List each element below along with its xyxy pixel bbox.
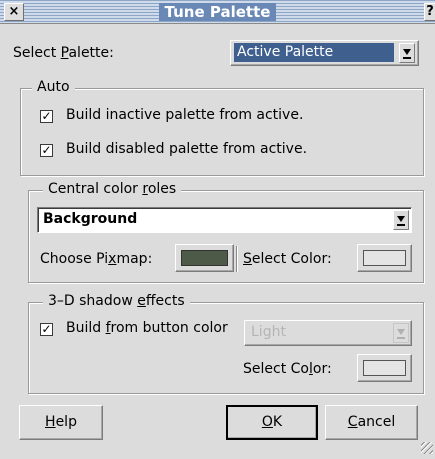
- help-button[interactable]: Help: [19, 405, 103, 440]
- help-button-label: Help: [45, 414, 77, 430]
- ok-button-label: OK: [261, 414, 283, 430]
- ok-button[interactable]: OK: [226, 405, 318, 440]
- select-color-label: Select Color:: [243, 251, 332, 267]
- central-roles-legend: Central color roles: [43, 181, 182, 197]
- chevron-down-icon[interactable]: [399, 43, 415, 63]
- shadow-effects-legend: 3–D shadow effects: [43, 293, 190, 309]
- disabled-checkbox-label: Build disabled palette from active.: [66, 141, 308, 157]
- shadow-select-color-button[interactable]: [357, 354, 412, 382]
- shadow-mode-value: Light: [251, 324, 286, 340]
- auto-legend: Auto: [32, 79, 75, 95]
- chevron-down-icon[interactable]: [393, 210, 409, 230]
- cancel-button-label: Cancel: [347, 414, 396, 430]
- window-title: Tune Palette: [0, 0, 435, 24]
- shadow-color-swatch: [363, 360, 406, 376]
- pixmap-swatch: [181, 250, 228, 266]
- help-icon[interactable]: ?: [424, 3, 435, 21]
- inactive-checkbox[interactable]: ✓: [40, 110, 53, 123]
- close-icon[interactable]: ×: [4, 3, 24, 21]
- shadow-select-color-label: Select Color:: [243, 361, 332, 377]
- color-role-combobox[interactable]: Background: [37, 207, 412, 233]
- color-swatch: [363, 250, 406, 266]
- tune-palette-dialog: Tune Palette × ? Select Palette: Active …: [0, 0, 435, 459]
- choose-pixmap-button[interactable]: [175, 244, 234, 272]
- select-palette-label: Select Palette:: [13, 45, 114, 61]
- auto-group: [20, 88, 424, 176]
- palette-combobox[interactable]: Active Palette: [230, 40, 419, 66]
- cancel-button[interactable]: Cancel: [325, 405, 418, 440]
- disabled-checkbox[interactable]: ✓: [40, 144, 53, 157]
- build-from-button-checkbox[interactable]: ✓: [40, 323, 53, 336]
- color-role-value: Background: [43, 211, 138, 227]
- build-from-button-label: Build from button color: [66, 320, 228, 336]
- separator: [236, 246, 237, 272]
- resize-grip-icon[interactable]: [421, 442, 433, 454]
- chevron-down-icon: [393, 323, 409, 343]
- shadow-mode-combobox[interactable]: Light: [244, 320, 412, 346]
- choose-pixmap-label: Choose Pixmap:: [40, 251, 153, 267]
- select-color-button[interactable]: [357, 244, 412, 272]
- palette-selected-value: Active Palette: [234, 43, 394, 62]
- inactive-checkbox-label: Build inactive palette from active.: [66, 107, 304, 123]
